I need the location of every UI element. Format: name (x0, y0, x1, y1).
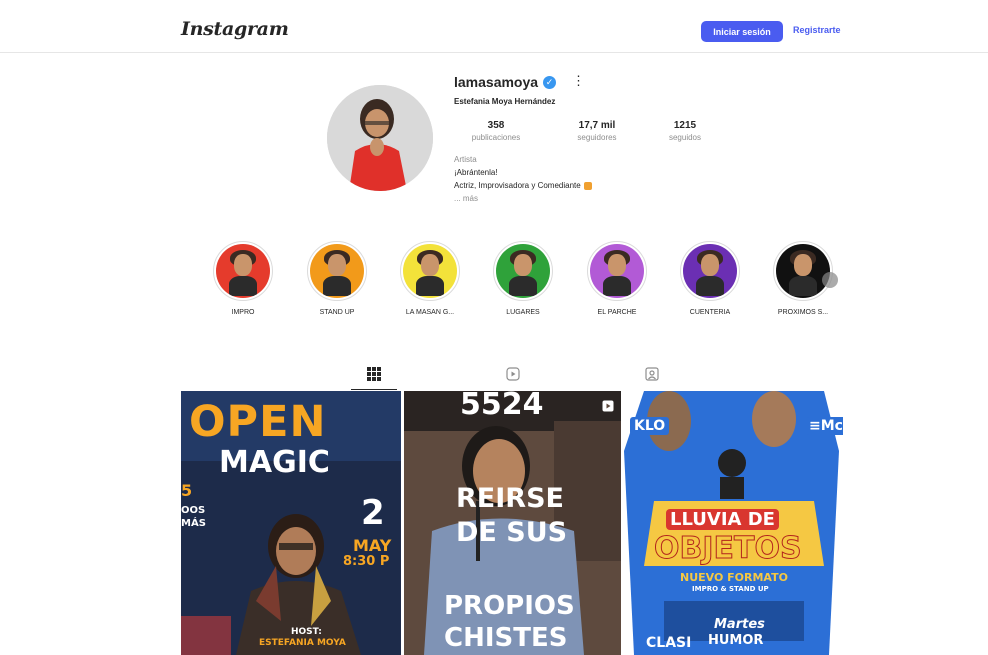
stat-followers[interactable]: 17,7 mil seguidores (557, 120, 637, 142)
profile-avatar[interactable] (327, 85, 433, 191)
post-2-text-2: DE SUS (456, 517, 568, 548)
verified-badge-icon: ✓ (543, 76, 556, 89)
post-1-title-1: OPEN (189, 397, 327, 447)
stat-following[interactable]: 1215 seguidos (645, 120, 725, 142)
post-1-host-name: ESTEFANIA MOYA (259, 638, 346, 648)
stat-posts-value: 358 (487, 120, 505, 131)
post-3-subtitle: NUEVO FORMATO (680, 571, 788, 584)
reel-icon (602, 399, 614, 412)
stat-followers-label: seguidores (577, 133, 617, 142)
highlight-cover (216, 244, 270, 298)
highlight-ring (400, 241, 460, 301)
highlight-ring (307, 241, 367, 301)
highlight-cover (496, 244, 550, 298)
highlight-lugares[interactable]: LUGARES (483, 241, 563, 316)
highlight-ring (493, 241, 553, 301)
post-1-title-2: MAGIC (219, 445, 330, 480)
highlight-label: CUENTERIA (689, 309, 731, 316)
highlight-label: PROXIMOS S... (777, 309, 829, 316)
highlight-cover (776, 244, 830, 298)
profile-username: lamasamoya (454, 74, 539, 90)
post-3-subtitle-2: IMPRO & STAND UP (692, 585, 769, 593)
post-3-title-2: OBJETOS (654, 531, 803, 567)
post-2-text-3: PROPIOS (444, 591, 575, 621)
post-3-footer-1: Martes (714, 617, 765, 632)
highlight-label: IMPRO (231, 309, 255, 316)
post-2-text-4: CHISTES (444, 623, 568, 653)
bio-more-link[interactable]: ... más (454, 194, 478, 203)
highlight-label: STAND UP (319, 309, 355, 316)
post-3-badge-left: KLO (630, 417, 670, 435)
instagram-logo[interactable]: Instagram (181, 18, 289, 40)
bio-line-1: ¡Abrántenla! (454, 168, 498, 177)
highlight-label: LA MASAN G... (405, 309, 455, 316)
highlight-label: LUGARES (506, 309, 540, 316)
active-tab-indicator (351, 389, 397, 390)
profile-category: Artista (454, 155, 477, 164)
avatar-photo (327, 85, 433, 191)
register-link[interactable]: Registrarte (793, 25, 841, 35)
post-3-badge-right: ≡Mc (806, 417, 843, 435)
post-2-text-1: REIRSE (456, 483, 564, 514)
post-1-side-text-2: OOS (181, 505, 206, 516)
highlight-ring (213, 241, 273, 301)
post-3-footer-2: HUMOR (708, 633, 764, 648)
tagged-icon (645, 367, 659, 381)
highlight-cuenteria[interactable]: CUENTERIA (670, 241, 750, 316)
post-3-footer-left: CLASI (646, 635, 692, 651)
post-1-host-label: HOST: (291, 627, 322, 637)
profile-full-name: Estefania Moya Hernández (454, 97, 556, 106)
stat-following-label: seguidos (668, 133, 702, 142)
post-1-side-text-1: 5 (181, 481, 193, 500)
highlight-ring (680, 241, 740, 301)
tab-posts[interactable] (366, 366, 382, 382)
highlight-stand-up[interactable]: STAND UP (297, 241, 377, 316)
stat-following-value: 1215 (673, 120, 697, 131)
bio-line-2-container: Actriz, Improvisadora y Comediante (454, 181, 592, 190)
post-1-date: MAY (353, 536, 392, 555)
highlight-la-masan[interactable]: LA MASAN G... (390, 241, 470, 316)
highlight-cover (683, 244, 737, 298)
top-navigation-bar: Instagram Iniciar sesión Registrarte (0, 0, 988, 53)
post-open-magic[interactable]: OPEN MAGIC 2 MAY 8:30 P HOST: ESTEFANIA … (181, 391, 401, 655)
highlights-next-button[interactable] (822, 272, 838, 288)
bio-line-2: Actriz, Improvisadora y Comediante (454, 181, 581, 190)
stat-posts: 358 publicaciones (456, 120, 536, 142)
highlight-label: EL PARCHE (597, 309, 637, 316)
highlight-ring (773, 241, 833, 301)
stat-posts-label: publicaciones (471, 133, 521, 142)
post-2-top-text: 5524 (460, 391, 544, 422)
post-1-time: 8:30 P (343, 554, 390, 569)
tab-reels[interactable] (505, 366, 521, 382)
highlight-el-parche[interactable]: EL PARCHE (577, 241, 657, 316)
post-reirse-de-sus-propios-chistes[interactable]: 5524 REIRSE DE SUS PROPIOS CHISTES (404, 391, 621, 655)
grid-icon (367, 367, 381, 381)
tab-tagged[interactable] (644, 366, 660, 382)
stat-followers-value: 17,7 mil (578, 120, 616, 131)
more-options-icon[interactable]: ⋮ (572, 73, 585, 89)
highlight-ring (587, 241, 647, 301)
post-3-title-1: LLUVIA DE (666, 509, 779, 530)
post-lluvia-de-objetos[interactable]: KLO ≡Mc LLUVIA DE OBJETOS NUEVO FORMATO … (624, 391, 843, 655)
reels-icon (506, 367, 520, 381)
post-1-side-text-3: MÁS (181, 518, 206, 529)
highlight-cover (403, 244, 457, 298)
highlight-cover (310, 244, 364, 298)
emoji-icon (583, 181, 592, 190)
login-button[interactable]: Iniciar sesión (701, 21, 783, 42)
post-1-number: 2 (361, 493, 385, 533)
highlight-impro[interactable]: IMPRO (203, 241, 283, 316)
highlight-cover (590, 244, 644, 298)
